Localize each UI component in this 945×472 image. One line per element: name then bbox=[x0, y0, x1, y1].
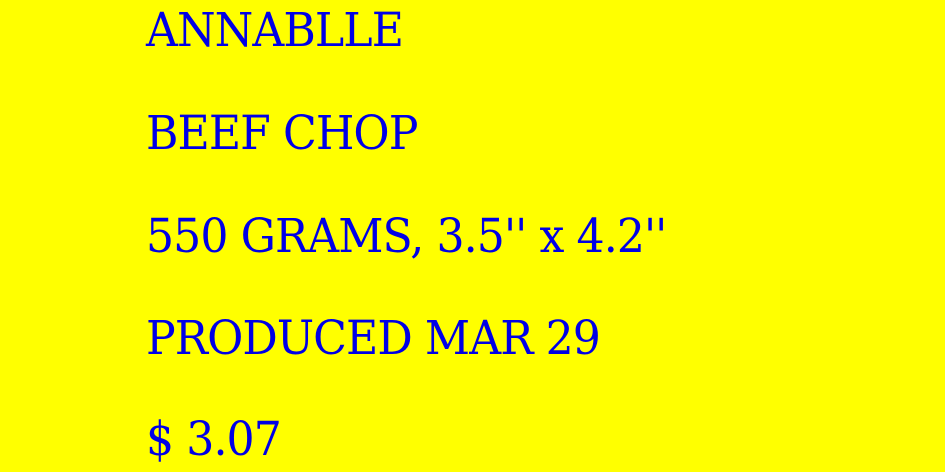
weight-dimensions-text: 550 GRAMS, 3.5'' x 4.2'' bbox=[146, 209, 667, 264]
brand-name: ANNABLLE bbox=[146, 3, 404, 58]
produced-date-text: PRODUCED MAR 29 bbox=[146, 311, 601, 366]
product-name: BEEF CHOP bbox=[146, 106, 418, 161]
product-label-card: ANNABLLE BEEF CHOP 550 GRAMS, 3.5'' x 4.… bbox=[0, 0, 945, 472]
price-text: $ 3.07 bbox=[146, 412, 282, 467]
